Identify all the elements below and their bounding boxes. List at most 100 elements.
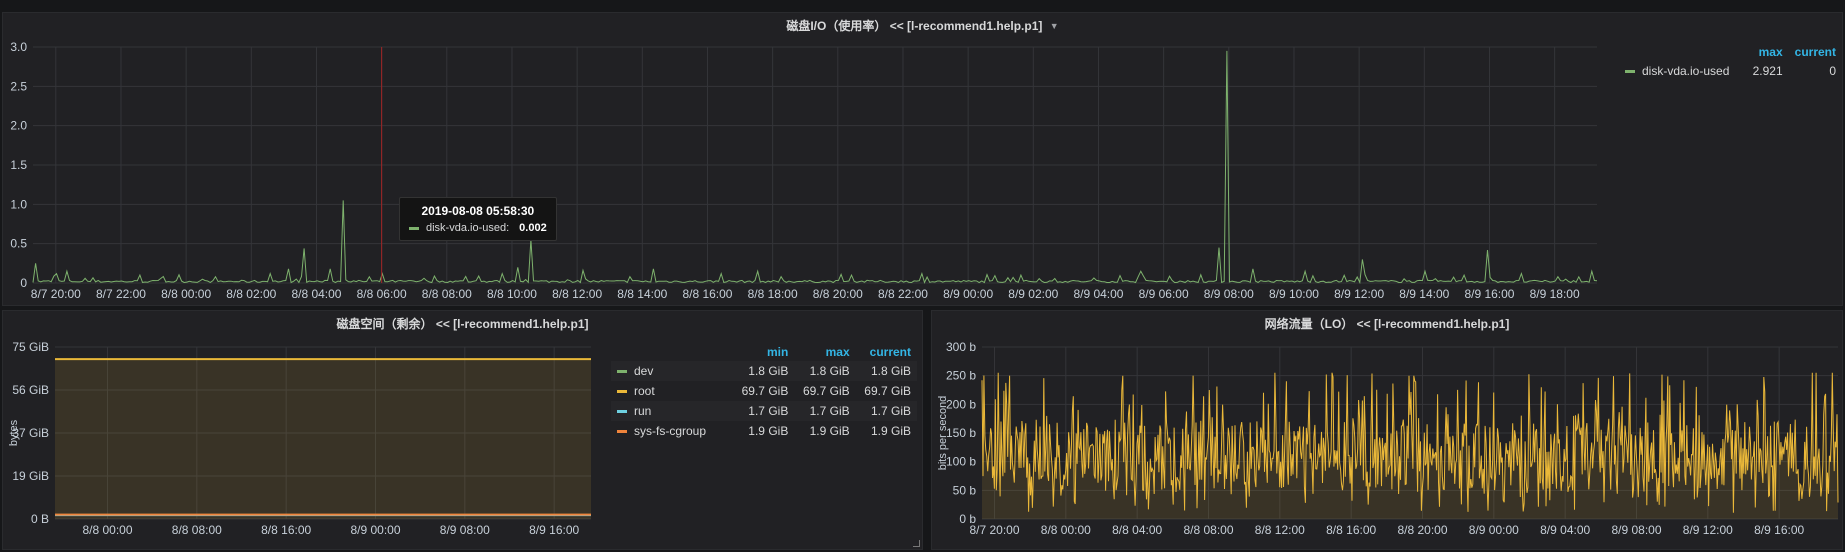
io-panel: 磁盘I/O（使用率） << [l-recommend1.help.p1] ▼ 0… (2, 12, 1843, 306)
series-line-disk-vda-io-used (32, 50, 1598, 285)
resize-handle[interactable] (913, 540, 920, 547)
tooltip-value: 0.002 (519, 222, 547, 234)
x-tick-label: 8/8 12:00 (552, 287, 602, 301)
legend-header-current[interactable]: current (1789, 43, 1842, 61)
legend-max: 69.7 GiB (802, 384, 850, 398)
io-legend: max current disk-vda.io-used 2.921 0 (1619, 43, 1842, 81)
legend-row[interactable]: dev 1.8 GiB 1.8 GiB 1.8 GiB (611, 361, 917, 381)
x-tick-label: 8/9 18:00 (1530, 287, 1580, 301)
y-tick-label: 150 b (946, 426, 976, 440)
x-tick-label: 8/9 16:00 (1754, 523, 1804, 537)
y-tick-label: 2.0 (10, 119, 27, 133)
disk-panel: 磁盘空间（剩余） << [l-recommend1.help.p1] 0 B 19… (2, 310, 923, 550)
y-tick-label: 200 b (946, 397, 976, 411)
x-tick-label: 8/8 04:00 (291, 287, 341, 301)
y-tick-label: 75 GiB (12, 340, 49, 354)
legend-header-current[interactable]: current (856, 343, 917, 361)
legend-row[interactable]: root 69.7 GiB 69.7 GiB 69.7 GiB (611, 381, 917, 401)
net-chart[interactable]: 0 b50 b100 b150 b200 b250 b300 b8/7 20:0… (932, 311, 1843, 550)
x-tick-label: 8/8 20:00 (813, 287, 863, 301)
x-tick-label: 8/8 08:00 (422, 287, 472, 301)
series-swatch (617, 390, 627, 394)
x-tick-label: 8/7 20:00 (969, 523, 1019, 537)
x-tick-label: 8/9 00:00 (1469, 523, 1519, 537)
legend-row[interactable]: run 1.7 GiB 1.7 GiB 1.7 GiB (611, 401, 917, 421)
x-tick-label: 8/8 10:00 (487, 287, 537, 301)
x-tick-label: 8/9 02:00 (1008, 287, 1058, 301)
x-tick-label: 8/7 22:00 (96, 287, 146, 301)
x-tick-label: 8/8 00:00 (161, 287, 211, 301)
y-tick-label: 100 b (946, 455, 976, 469)
legend-series-name[interactable]: root (634, 384, 655, 398)
series-swatch (1625, 70, 1635, 74)
series-swatch (617, 430, 627, 434)
x-tick-label: 8/9 00:00 (943, 287, 993, 301)
x-tick-label: 8/8 04:00 (1112, 523, 1162, 537)
legend-header-max[interactable]: max (1747, 43, 1789, 61)
legend-series-name[interactable]: sys-fs-cgroup (634, 424, 706, 438)
series-swatch (617, 410, 627, 414)
legend-series-name[interactable]: run (634, 404, 651, 418)
tooltip-series: disk-vda.io-used: (426, 222, 510, 234)
legend-min: 1.7 GiB (733, 401, 795, 421)
x-tick-label: 8/8 22:00 (878, 287, 928, 301)
x-tick-label: 8/7 20:00 (31, 287, 81, 301)
y-tick-label: 56 GiB (12, 383, 49, 397)
net-panel: 网络流量（LO） << [l-recommend1.help.p1] 0 b 50… (931, 310, 1843, 550)
x-tick-label: 8/8 20:00 (1397, 523, 1447, 537)
x-tick-label: 8/8 00:00 (82, 523, 132, 537)
legend-min: 1.8 GiB (733, 361, 795, 381)
x-tick-label: 8/9 06:00 (1139, 287, 1189, 301)
x-tick-label: 8/8 08:00 (172, 523, 222, 537)
hover-tooltip: 2019-08-08 05:58:30 disk-vda.io-used: 0.0… (399, 197, 557, 241)
x-tick-label: 8/8 08:00 (1183, 523, 1233, 537)
x-tick-label: 8/9 16:00 (529, 523, 579, 537)
x-tick-label: 8/9 12:00 (1683, 523, 1733, 537)
x-tick-label: 8/8 16:00 (261, 523, 311, 537)
legend-header-min[interactable]: min (733, 343, 794, 361)
legend-current: 1.7 GiB (855, 401, 917, 421)
series-swatch (409, 226, 419, 230)
legend-max: 1.9 GiB (809, 424, 850, 438)
x-tick-label: 8/8 06:00 (357, 287, 407, 301)
x-tick-label: 8/8 02:00 (226, 287, 276, 301)
y-tick-label: 1.0 (10, 197, 27, 211)
legend-header-max[interactable]: max (794, 343, 855, 361)
x-tick-label: 8/9 08:00 (1611, 523, 1661, 537)
y-tick-label: 19 GiB (12, 469, 49, 483)
x-tick-label: 8/9 14:00 (1399, 287, 1449, 301)
legend-row[interactable]: disk-vda.io-used 2.921 0 (1619, 61, 1842, 81)
y-tick-label: 3.0 (10, 40, 27, 54)
y-tick-label: 2.5 (10, 79, 27, 93)
legend-row[interactable]: sys-fs-cgroup 1.9 GiB 1.9 GiB 1.9 GiB (611, 421, 917, 441)
x-tick-label: 8/9 04:00 (1073, 287, 1123, 301)
x-tick-label: 8/8 18:00 (748, 287, 798, 301)
y-tick-label: 0 (20, 276, 27, 290)
legend-series-name[interactable]: dev (634, 364, 653, 378)
x-tick-label: 8/9 08:00 (440, 523, 490, 537)
legend-series-name[interactable]: disk-vda.io-used (1642, 64, 1729, 78)
x-tick-label: 8/9 04:00 (1540, 523, 1590, 537)
x-tick-label: 8/9 10:00 (1269, 287, 1319, 301)
legend-min: 1.9 GiB (748, 424, 789, 438)
disk-legend: min max current dev 1.8 GiB 1.8 GiB 1.8 … (611, 343, 917, 441)
x-tick-label: 8/9 00:00 (350, 523, 400, 537)
legend-max: 1.8 GiB (794, 361, 856, 381)
disk-chart[interactable]: 0 B19 GiB37 GiB56 GiB75 GiB8/8 00:00 8/8 … (3, 311, 603, 550)
x-tick-label: 8/9 08:00 (1204, 287, 1254, 301)
y-tick-label: 50 b (953, 483, 977, 497)
legend-current: 1.9 GiB (870, 424, 911, 438)
y-tick-label: 0.5 (10, 237, 27, 251)
tooltip-time: 2019-08-08 05:58:30 (421, 204, 535, 218)
series-area-root (55, 359, 591, 519)
io-chart[interactable]: 0 0.5 1.0 1.5 2.0 2.5 3.0 8/7 20:00 8/7 22:00 8/8… (3, 13, 1603, 306)
series-swatch (617, 370, 627, 374)
x-tick-label: 8/8 00:00 (1041, 523, 1091, 537)
legend-min: 69.7 GiB (741, 384, 789, 398)
y-tick-label: 300 b (946, 340, 976, 354)
x-tick-label: 8/9 16:00 (1464, 287, 1514, 301)
x-tick-label: 8/8 14:00 (617, 287, 667, 301)
x-tick-label: 8/8 16:00 (682, 287, 732, 301)
x-tick-label: 8/8 16:00 (1326, 523, 1376, 537)
y-tick-label: 250 b (946, 369, 976, 383)
